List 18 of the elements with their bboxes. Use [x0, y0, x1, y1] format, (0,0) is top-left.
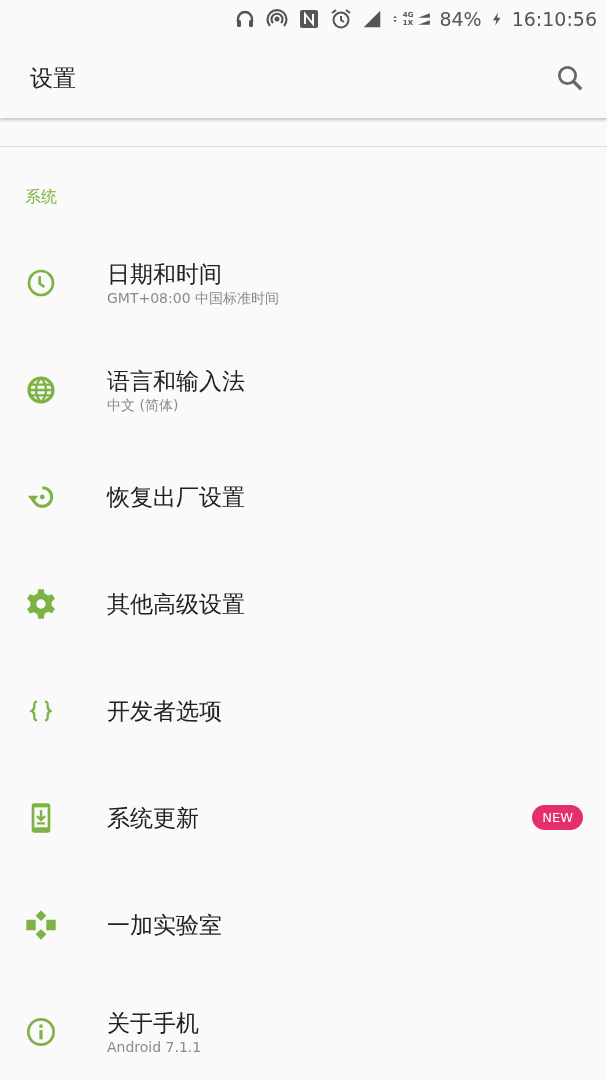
setting-subtitle: 中文 (简体) — [107, 395, 180, 414]
setting-title[interactable]: 语言和输入法 — [107, 365, 583, 396]
gear-icon — [25, 586, 57, 621]
setting-subtitle: GMT+08:00 中国标准时间 — [107, 288, 280, 307]
search-icon[interactable] — [555, 63, 585, 93]
setting-title[interactable]: 日期和时间 — [107, 258, 583, 289]
setting-title[interactable]: 其他高级设置 — [107, 588, 583, 619]
setting-title[interactable]: 一加实验室 — [107, 909, 583, 940]
setting-title[interactable]: 开发者选项 — [107, 695, 583, 726]
setting-title[interactable]: 恢复出厂设置 — [107, 481, 583, 512]
battery-percent: 84% — [439, 6, 482, 32]
clock-time: 16:10:56 — [511, 6, 597, 32]
setting-subtitle: Android 7.1.1 — [107, 1037, 203, 1056]
section-header: 系统 — [25, 187, 57, 206]
new-badge: NEW — [532, 805, 583, 830]
screen-title: 设置 — [30, 63, 76, 93]
setting-title[interactable]: 系统更新 — [107, 802, 533, 833]
setting-title[interactable]: 关于手机 — [107, 1007, 583, 1038]
